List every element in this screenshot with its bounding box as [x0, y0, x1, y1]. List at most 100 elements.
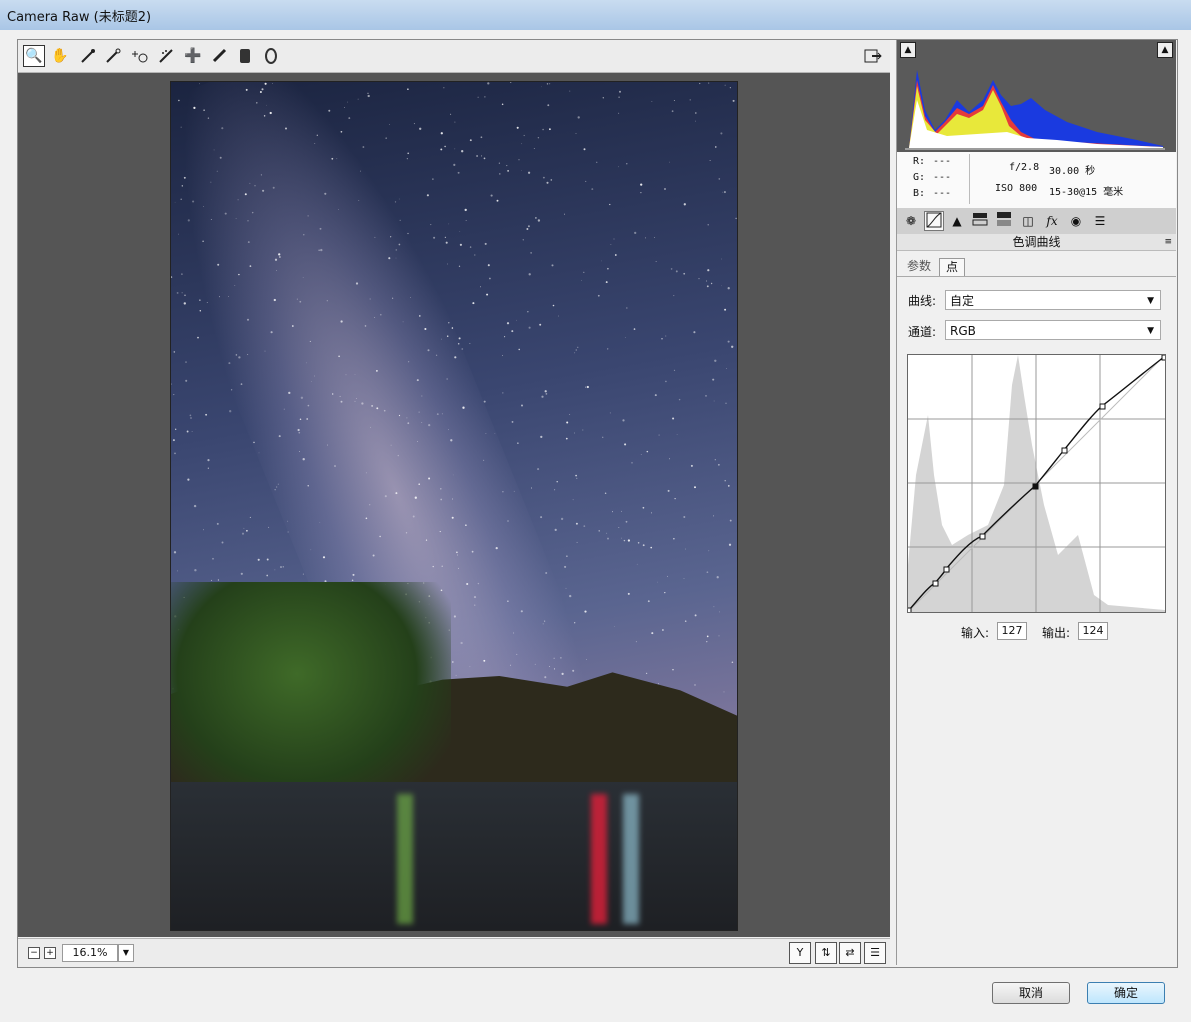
cancel-button[interactable]: 取消: [992, 982, 1070, 1004]
star: [542, 128, 544, 131]
tab-tone-curve[interactable]: [924, 211, 944, 231]
star: [667, 489, 670, 492]
star: [425, 539, 428, 541]
star: [376, 370, 378, 372]
swap-settings-button[interactable]: ⇅: [815, 942, 837, 964]
tab-basic[interactable]: ❁: [901, 211, 921, 231]
star: [254, 185, 256, 187]
star: [720, 285, 722, 287]
preview-preferences-button[interactable]: ☰: [864, 942, 886, 964]
tone-curve-icon: [926, 212, 942, 228]
output-field[interactable]: 124: [1078, 622, 1108, 640]
color-sampler-tool-button[interactable]: [102, 45, 124, 67]
star: [229, 410, 232, 413]
zoom-out-button[interactable]: −: [28, 947, 40, 959]
ok-button[interactable]: 确定: [1087, 982, 1165, 1004]
star: [451, 516, 454, 519]
tab-split-toning[interactable]: [994, 211, 1014, 231]
star: [459, 243, 462, 246]
tab-camera-calibration[interactable]: ◉: [1066, 211, 1086, 231]
input-field[interactable]: 127: [997, 622, 1027, 640]
highlight-clipping-warning-button[interactable]: ▲: [1157, 42, 1173, 58]
adjustment-brush-tool-button[interactable]: [208, 45, 230, 67]
star: [276, 486, 278, 488]
radial-filter-tool-button[interactable]: [260, 45, 282, 67]
panel-menu-icon[interactable]: ≡: [1164, 234, 1172, 250]
image-preview-area[interactable]: [18, 73, 890, 937]
white-balance-tool-button[interactable]: [77, 45, 99, 67]
star: [358, 200, 360, 201]
star: [612, 511, 613, 513]
zoom-in-button[interactable]: +: [44, 947, 56, 959]
radial-filter-icon: [265, 48, 277, 64]
star: [216, 522, 219, 525]
star: [210, 181, 212, 183]
star: [369, 504, 371, 506]
hand-tool-button[interactable]: ✋: [49, 45, 71, 67]
star: [461, 348, 464, 350]
copy-settings-button[interactable]: ⇄: [839, 942, 861, 964]
star: [430, 224, 432, 226]
reflection-green: [397, 794, 413, 924]
star: [484, 242, 487, 245]
star: [601, 260, 602, 262]
star: [613, 626, 615, 627]
tab-effects[interactable]: fx: [1042, 211, 1062, 231]
star: [274, 258, 278, 261]
tab-hsl[interactable]: [970, 211, 990, 231]
star: [618, 166, 619, 168]
targeted-adjust-tool-button[interactable]: [129, 45, 151, 67]
curve-label: 曲线:: [908, 294, 937, 308]
star: [563, 213, 566, 215]
star: [249, 265, 252, 267]
zoom-dropdown-button[interactable]: ▼: [118, 944, 134, 962]
tab-lens-corrections[interactable]: ◫: [1018, 211, 1038, 231]
star: [575, 522, 578, 525]
star: [706, 571, 709, 574]
star: [715, 146, 717, 148]
tab-detail[interactable]: ▲: [947, 211, 967, 231]
star: [389, 124, 391, 126]
star: [235, 354, 238, 356]
channel-dropdown[interactable]: RGB ▼: [945, 320, 1161, 340]
before-after-button[interactable]: Y: [789, 942, 811, 964]
tone-curve-editor[interactable]: [905, 354, 1168, 614]
star: [456, 551, 458, 554]
open-in-photoshop-button[interactable]: [862, 45, 884, 67]
subtab-point[interactable]: 点: [939, 258, 966, 276]
photo-preview[interactable]: [170, 81, 738, 931]
zoom-tool-button[interactable]: 🔍: [23, 45, 45, 67]
star: [458, 337, 461, 340]
subtab-parametric[interactable]: 参数: [901, 258, 937, 275]
star: [398, 198, 400, 200]
star: [699, 82, 701, 85]
star: [249, 516, 251, 518]
star: [259, 90, 262, 94]
crop-tool-button[interactable]: [156, 45, 178, 67]
red-eye-tool-button[interactable]: ➕: [182, 45, 204, 67]
star: [332, 393, 334, 395]
star: [694, 614, 697, 617]
star: [440, 132, 443, 135]
star: [674, 497, 676, 500]
tab-presets[interactable]: ☰: [1090, 211, 1110, 231]
star: [310, 549, 312, 551]
star: [569, 414, 571, 415]
graduated-filter-tool-button[interactable]: [234, 45, 256, 67]
star: [665, 380, 667, 383]
star: [269, 111, 272, 115]
star: [665, 335, 667, 337]
star: [729, 519, 732, 522]
star: [606, 532, 608, 534]
curve-dropdown[interactable]: 自定 ▼: [945, 290, 1161, 310]
g-label: G:: [913, 172, 926, 183]
shadow-clipping-warning-button[interactable]: ▲: [900, 42, 916, 58]
star: [477, 96, 479, 98]
star: [518, 159, 520, 161]
star: [654, 394, 657, 397]
zoom-level-field[interactable]: 16.1%: [62, 944, 118, 962]
color-sampler-icon: [106, 48, 121, 63]
star: [722, 191, 724, 193]
star: [291, 325, 294, 327]
star: [502, 392, 504, 394]
